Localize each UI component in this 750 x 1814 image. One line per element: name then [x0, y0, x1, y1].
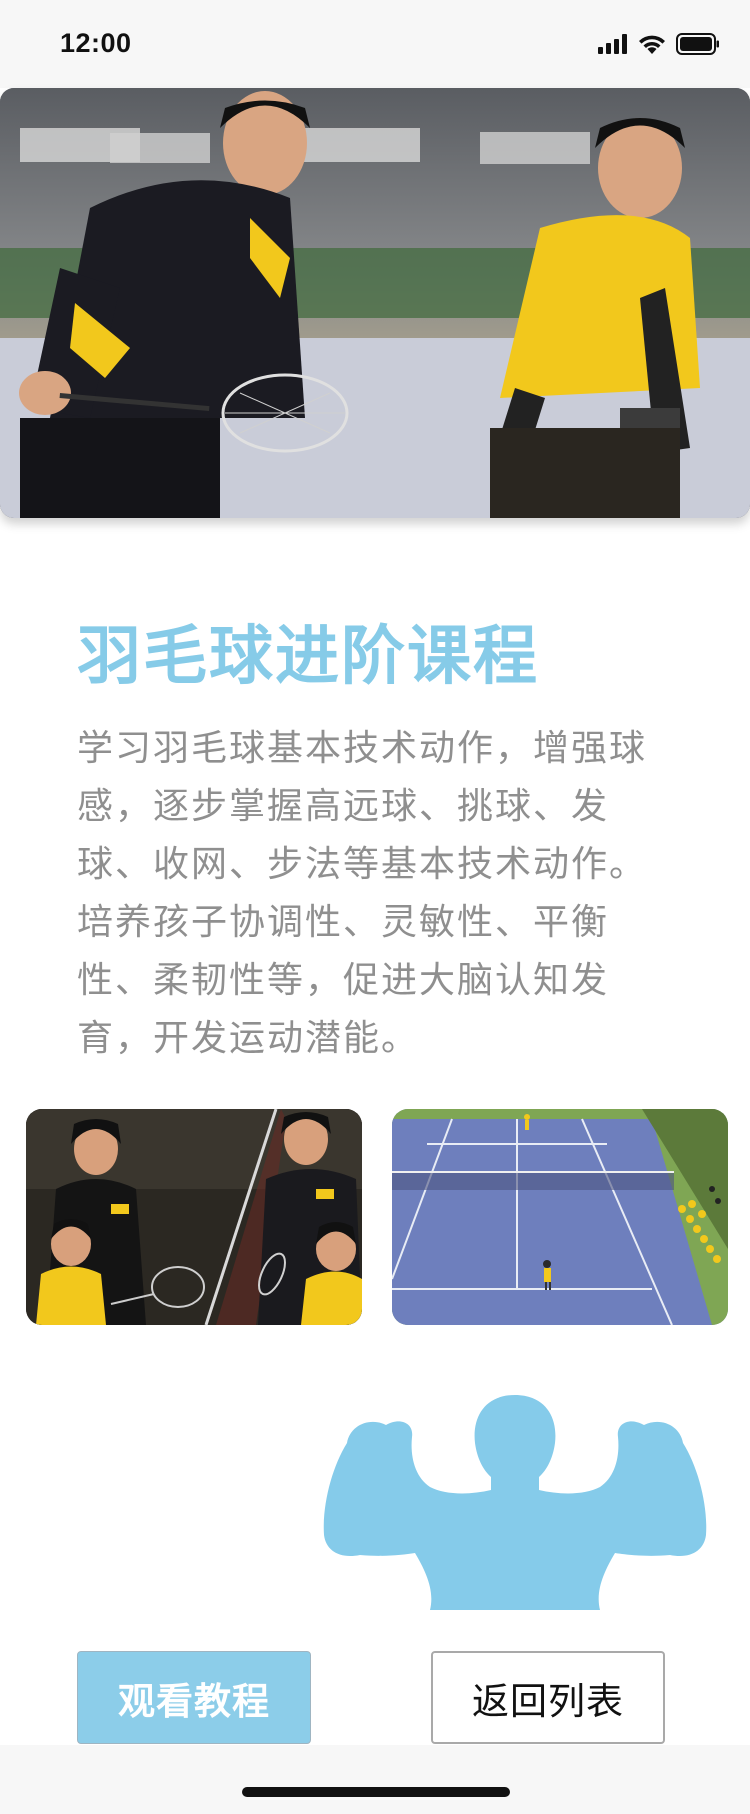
home-area [0, 1745, 750, 1814]
hero-image [0, 88, 750, 518]
status-icons [598, 30, 720, 58]
course-title: 羽毛球进阶课程 [77, 620, 539, 694]
hero-illustration [0, 88, 750, 518]
status-time: 12:00 [60, 28, 132, 58]
app-screen: 12:00 羽毛球进阶课程 学习羽毛球基本技术动作，增强球感，逐步掌握高远球、挑… [0, 0, 750, 1814]
course-description: 学习羽毛球基本技术动作，增强球感，逐步掌握高远球、挑球、发球、收网、步法等基本技… [77, 728, 648, 1059]
coaches-children-illustration [26, 1109, 362, 1325]
signal-icon [598, 34, 627, 54]
photo-blue-court [392, 1109, 728, 1325]
back-to-list-button[interactable]: 返回列表 [431, 1651, 665, 1744]
home-indicator[interactable] [242, 1787, 510, 1797]
strong-man-silhouette-icon [320, 1395, 710, 1610]
battery-icon [676, 33, 719, 55]
blue-court-illustration [392, 1109, 728, 1325]
photo-coaches-children [26, 1109, 362, 1325]
wifi-icon [639, 35, 665, 54]
watch-tutorial-button[interactable]: 观看教程 [77, 1651, 311, 1744]
status-bar: 12:00 [0, 0, 750, 88]
